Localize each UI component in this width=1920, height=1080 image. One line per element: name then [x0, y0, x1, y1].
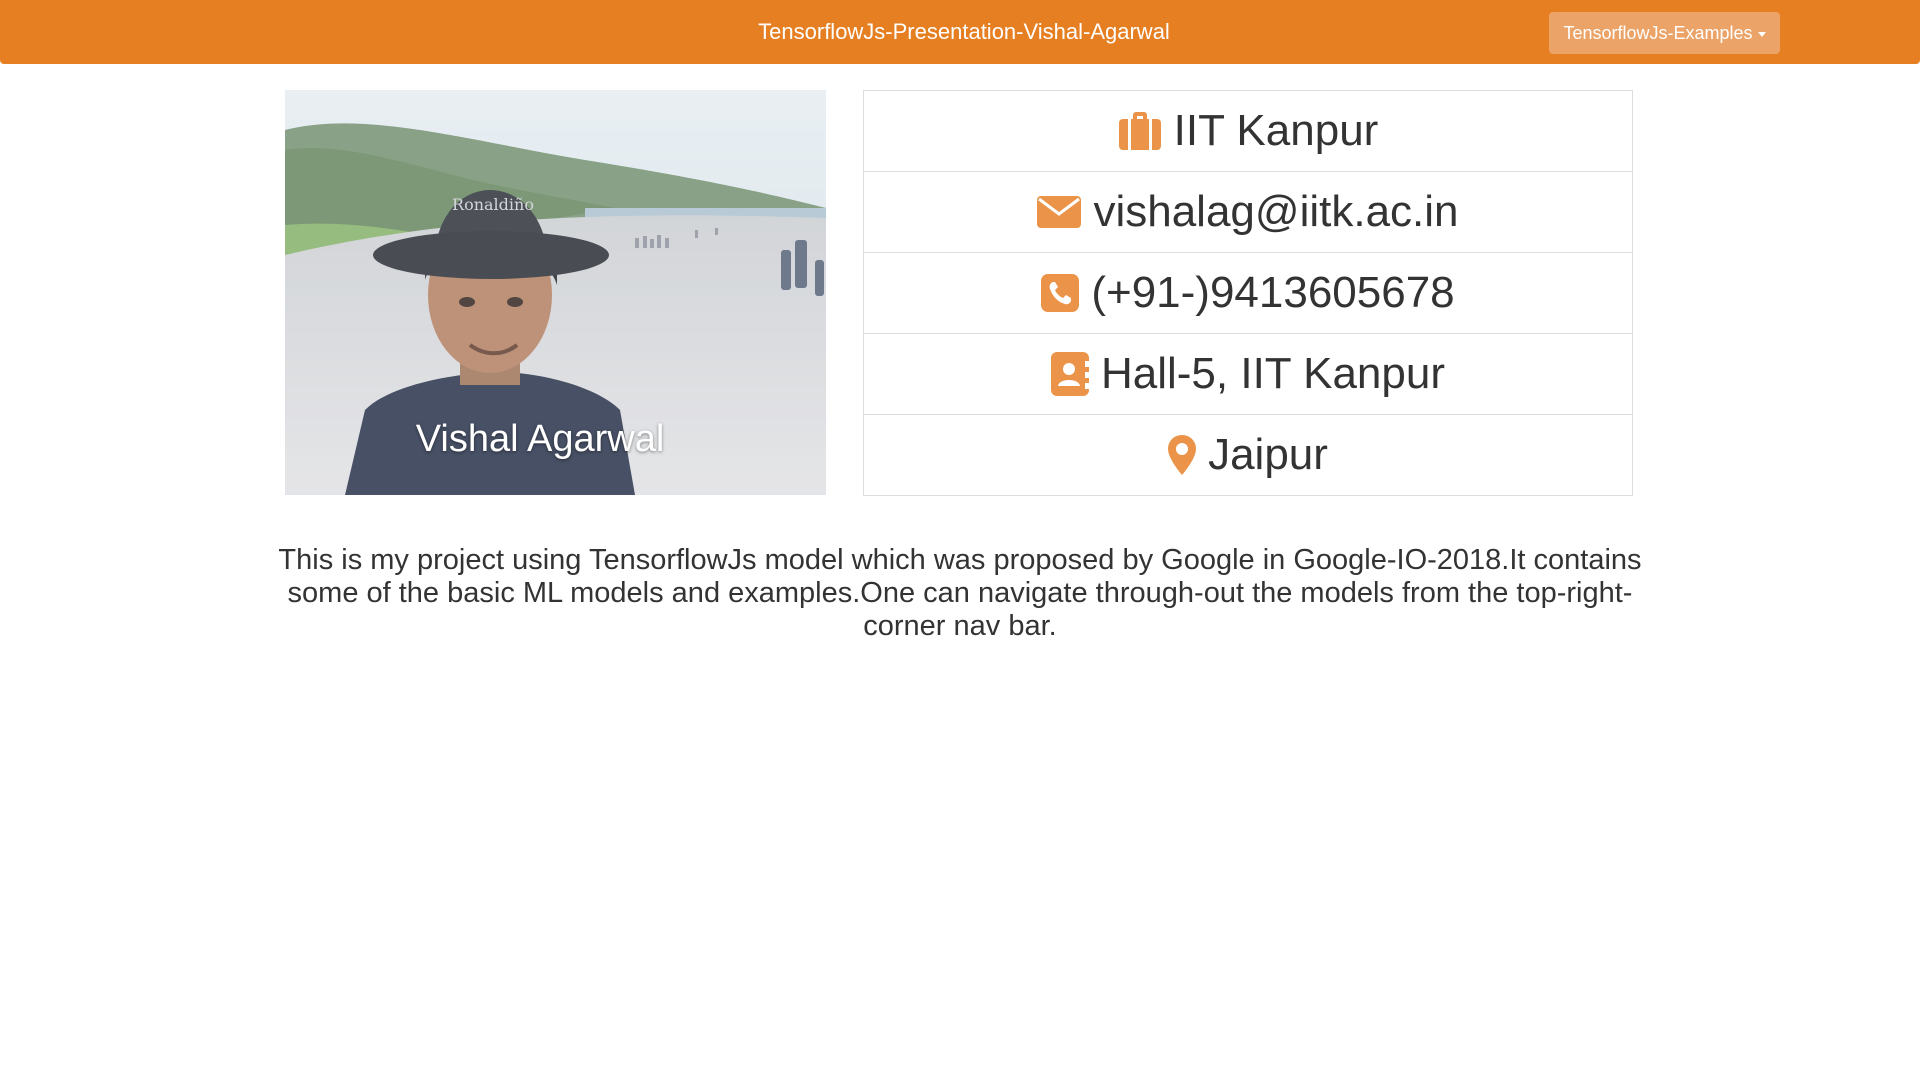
phone-icon: [1041, 274, 1080, 312]
examples-dropdown-label: TensorflowJs-Examples: [1563, 22, 1753, 43]
profile-photo: Ronaldiño Vishal Agarwal: [285, 90, 826, 495]
info-address-text: Hall-5, IIT Kanpur: [1100, 349, 1445, 398]
info-phone: (+91-)9413605678: [863, 253, 1633, 334]
info-institute: IIT Kanpur: [863, 90, 1633, 172]
project-description: This is my project using TensorflowJs mo…: [278, 544, 1642, 642]
info-phone-text: (+91-)9413605678: [1091, 268, 1455, 317]
navbar: TensorflowJs-Presentation-Vishal-Agarwal…: [0, 0, 1920, 64]
contact-info-list: IIT Kanpur vishalag@iitk.ac.in (+91-)941…: [863, 90, 1633, 496]
envelope-icon: [1037, 194, 1082, 230]
photo-caption: Vishal Agarwal: [415, 418, 665, 460]
info-address: Hall-5, IIT Kanpur: [863, 334, 1633, 415]
info-institute-text: IIT Kanpur: [1173, 106, 1379, 155]
address-book-icon: [1050, 352, 1089, 396]
info-city-text: Jaipur: [1208, 430, 1328, 479]
caret-down-icon: [1757, 31, 1766, 37]
map-marker-icon: [1168, 435, 1197, 475]
briefcase-icon: [1118, 111, 1162, 151]
info-email: vishalag@iitk.ac.in: [863, 172, 1633, 253]
examples-dropdown[interactable]: TensorflowJs-Examples: [1549, 12, 1780, 54]
info-city: Jaipur: [863, 415, 1633, 496]
info-email-text[interactable]: vishalag@iitk.ac.in: [1093, 187, 1458, 237]
